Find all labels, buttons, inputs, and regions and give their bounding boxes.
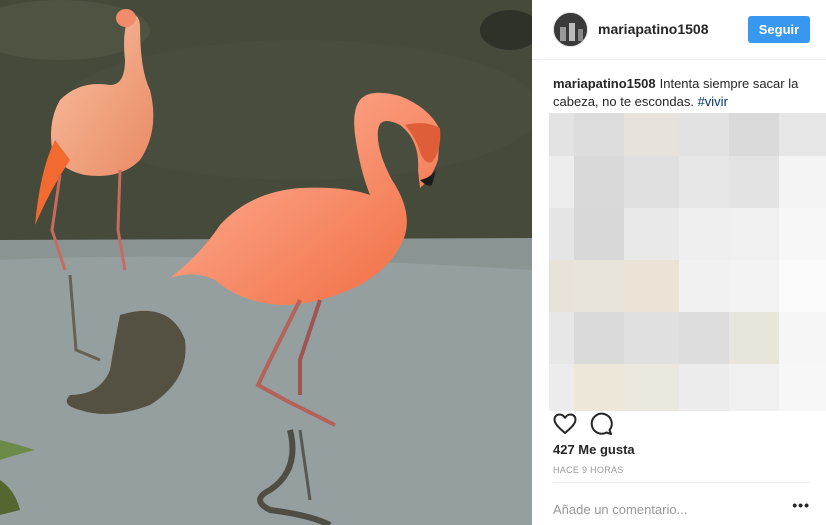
caption-username-link[interactable]: mariapatino1508: [553, 76, 656, 91]
caption: mariapatino1508 Intenta siempre sacar la …: [553, 75, 815, 111]
avatar[interactable]: [553, 12, 588, 47]
pixelated-comments: [549, 113, 826, 411]
speech-bubble-icon[interactable]: [589, 412, 613, 436]
post-sidebar: mariapatino1508 Seguir mariapatino1508 In…: [532, 0, 826, 525]
follow-button[interactable]: Seguir: [748, 16, 810, 43]
flamingo-photo: [0, 0, 532, 525]
avatar-image: [554, 13, 587, 46]
username-link[interactable]: mariapatino1508: [598, 21, 709, 37]
likes-count[interactable]: 427 Me gusta: [553, 442, 635, 457]
comment-input[interactable]: [553, 500, 773, 518]
post-header: mariapatino1508 Seguir: [532, 0, 826, 60]
hashtag-link[interactable]: #vivir: [698, 94, 728, 109]
post-timestamp[interactable]: HACE 9 HORAS: [553, 465, 624, 475]
blurred-comments-area: [549, 113, 826, 411]
ellipsis-icon[interactable]: •••: [792, 497, 810, 513]
heart-icon[interactable]: [553, 412, 577, 436]
comment-bar: •••: [553, 482, 810, 525]
post-photo[interactable]: [0, 0, 532, 525]
